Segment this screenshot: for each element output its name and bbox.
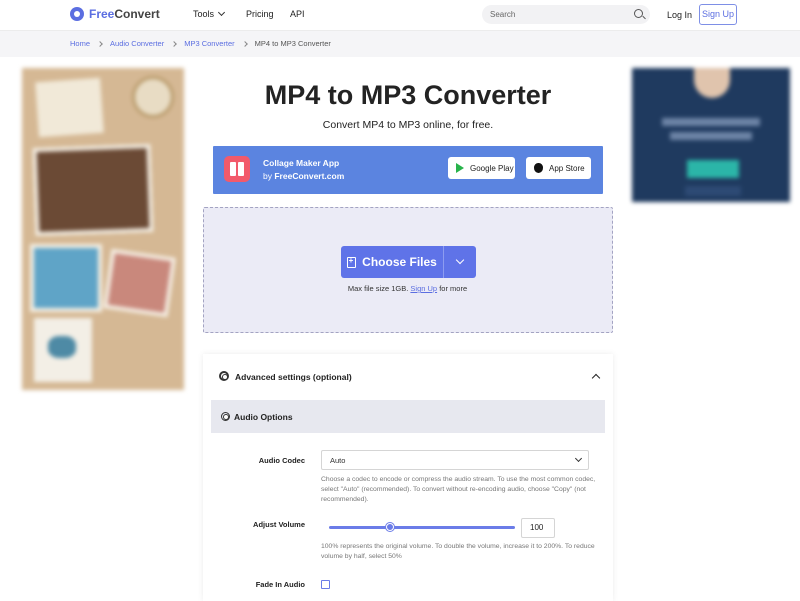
max-size-text: Max file size 1GB. (347, 284, 409, 293)
breadcrumb-home[interactable]: Home (70, 39, 90, 48)
nav-tools-label: Tools (193, 9, 215, 19)
volume-help: 100% represents the original volume. To … (321, 543, 595, 560)
chevron-down-icon (574, 454, 583, 463)
audio-options-title: Audio Options (234, 412, 293, 422)
page-title: MP4 to MP3 Converter (264, 80, 552, 110)
fade-in-checkbox[interactable] (321, 580, 330, 589)
publisher-brand: FreeConvert.com (274, 171, 345, 181)
volume-slider[interactable] (329, 523, 515, 531)
nav-api[interactable]: API (290, 9, 305, 19)
left-ad-banner[interactable] (22, 68, 184, 390)
max-file-size-note: Max file size 1GB. Sign Up for more (204, 284, 611, 293)
publisher-prefix: by (263, 171, 272, 181)
advanced-settings-panel: Advanced settings (optional) Audio Optio… (203, 354, 613, 601)
app-promo-banner[interactable]: Collage Maker App by FreeConvert.com Goo… (213, 146, 603, 194)
app-store-button[interactable]: App Store (526, 157, 591, 179)
logo[interactable]: FreeConvert (70, 7, 160, 21)
login-link[interactable]: Log In (667, 10, 692, 20)
audio-codec-label: Audio Codec (258, 456, 305, 465)
app-name: Collage Maker App (263, 158, 340, 168)
search-icon[interactable] (634, 9, 643, 18)
app-store-label: App Store (549, 163, 585, 173)
signup-link[interactable]: Sign Up (410, 284, 437, 293)
choose-files-button-group: Choose Files (341, 246, 476, 278)
logo-text: FreeConvert (89, 7, 160, 21)
volume-input[interactable]: 100 (521, 518, 555, 538)
file-drop-zone[interactable]: Choose Files Max file size 1GB. Sign Up … (203, 207, 613, 333)
fade-in-label: Fade In Audio (255, 580, 305, 589)
breadcrumb-audio-converter[interactable]: Audio Converter (110, 39, 164, 48)
search-placeholder: Search (490, 10, 516, 19)
breadcrumb-mp3-converter[interactable]: MP3 Converter (184, 39, 234, 48)
advanced-settings-title[interactable]: Advanced settings (optional) (235, 372, 352, 382)
chevron-right-icon (171, 40, 178, 47)
collage-app-icon (224, 156, 250, 182)
search-input[interactable]: Search (482, 5, 650, 24)
volume-slider-handle[interactable] (386, 523, 395, 531)
google-play-icon (456, 163, 464, 173)
apple-icon (534, 163, 543, 173)
chevron-down-icon (217, 8, 226, 17)
nav-tools[interactable]: Tools (193, 8, 226, 19)
header: FreeConvert Tools Pricing API Search Log… (0, 0, 800, 30)
chevron-up-icon[interactable] (591, 373, 601, 383)
adjust-volume-label: Adjust Volume (253, 520, 305, 529)
logo-text-convert: Convert (114, 7, 160, 21)
chevron-down-icon (455, 255, 465, 265)
audio-options-header: Audio Options (211, 400, 605, 433)
chevron-right-icon (241, 40, 248, 47)
audio-codec-value: Auto (330, 456, 346, 465)
choose-files-label: Choose Files (362, 255, 437, 269)
page-subtitle: Convert MP4 to MP3 online, for free. (322, 119, 494, 131)
breadcrumb-current: MP4 to MP3 Converter (254, 39, 331, 48)
gear-icon (219, 371, 229, 381)
signup-button[interactable]: Sign Up (699, 4, 737, 25)
upload-source-dropdown[interactable] (444, 246, 476, 278)
gear-icon (221, 412, 230, 421)
logo-text-free: Free (89, 7, 115, 21)
max-size-suffix: for more (439, 284, 468, 293)
google-play-button[interactable]: Google Play (448, 157, 515, 179)
google-play-label: Google Play (470, 163, 514, 173)
nav-pricing[interactable]: Pricing (246, 9, 274, 19)
right-ad-banner[interactable] (632, 68, 790, 202)
audio-codec-help: Choose a codec to encode or compress the… (321, 476, 596, 503)
choose-files-button[interactable]: Choose Files (341, 246, 443, 278)
breadcrumb: Home Audio Converter MP3 Converter MP4 t… (0, 30, 800, 57)
app-publisher: by FreeConvert.com (263, 171, 344, 181)
logo-icon (70, 7, 84, 21)
audio-codec-select[interactable]: Auto (321, 450, 589, 470)
file-add-icon (347, 256, 357, 268)
chevron-right-icon (97, 40, 103, 47)
